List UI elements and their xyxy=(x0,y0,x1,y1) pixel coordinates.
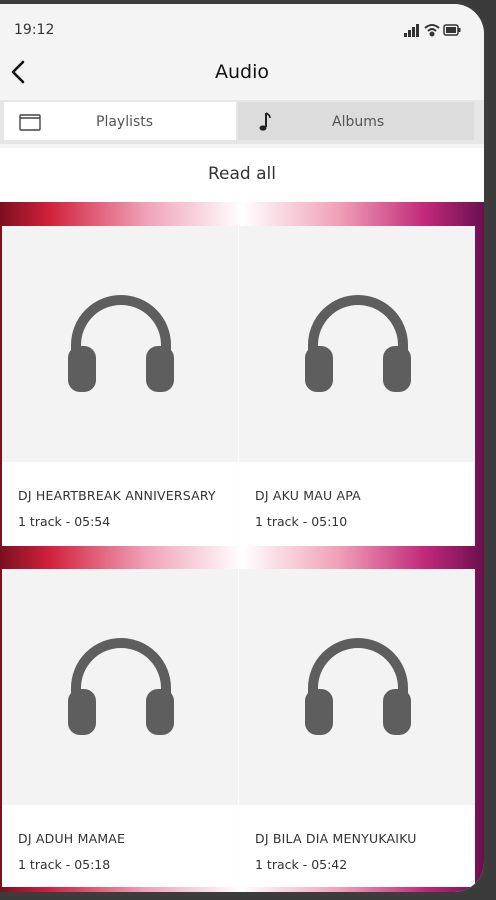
phone-screen: 19:12 Audio Playlists Albums Read all DJ… xyxy=(0,0,488,896)
playlist-icon xyxy=(19,114,41,131)
tab-albums-label: Albums xyxy=(332,114,385,130)
app-header: Audio xyxy=(0,52,484,98)
album-meta: 1 track - 05:42 xyxy=(255,857,348,872)
tab-albums[interactable]: Albums xyxy=(238,102,474,140)
album-art xyxy=(2,226,238,462)
status-time: 19:12 xyxy=(14,22,55,38)
album-art xyxy=(239,569,475,805)
album-meta: 1 track - 05:10 xyxy=(255,514,348,529)
album-art xyxy=(2,569,238,805)
wifi-icon xyxy=(424,24,440,37)
read-all-button[interactable]: Read all xyxy=(0,148,484,202)
album-card[interactable]: DJ AKU MAU APA 1 track - 05:10 xyxy=(239,226,475,546)
read-all-label: Read all xyxy=(208,164,276,184)
status-bar: 19:12 xyxy=(0,4,484,52)
album-meta: 1 track - 05:18 xyxy=(18,857,111,872)
album-art xyxy=(239,226,475,462)
album-card[interactable]: DJ HEARTBREAK ANNIVERSARY 1 track - 05:5… xyxy=(2,226,238,546)
headphones-icon xyxy=(68,638,174,735)
tab-playlists-label: Playlists xyxy=(96,114,154,130)
album-title: DJ HEARTBREAK ANNIVERSARY xyxy=(18,488,216,503)
music-note-icon xyxy=(259,112,271,131)
album-title: DJ ADUH MAMAE xyxy=(18,831,126,846)
headphones-icon xyxy=(305,295,411,392)
tab-playlists[interactable]: Playlists xyxy=(4,102,236,140)
headphones-icon xyxy=(305,638,411,735)
headphones-icon xyxy=(68,295,174,392)
album-meta: 1 track - 05:54 xyxy=(18,514,111,529)
battery-icon xyxy=(443,24,461,36)
page-title: Audio xyxy=(214,61,269,83)
album-title: DJ AKU MAU APA xyxy=(255,488,361,503)
status-icons xyxy=(404,24,461,37)
signal-icon xyxy=(404,24,419,37)
album-card[interactable]: DJ ADUH MAMAE 1 track - 05:18 xyxy=(2,569,238,887)
tab-bar: Playlists Albums xyxy=(0,100,484,144)
album-card[interactable]: DJ BILA DIA MENYUKAIKU 1 track - 05:42 xyxy=(239,569,475,887)
album-title: DJ BILA DIA MENYUKAIKU xyxy=(255,831,417,846)
